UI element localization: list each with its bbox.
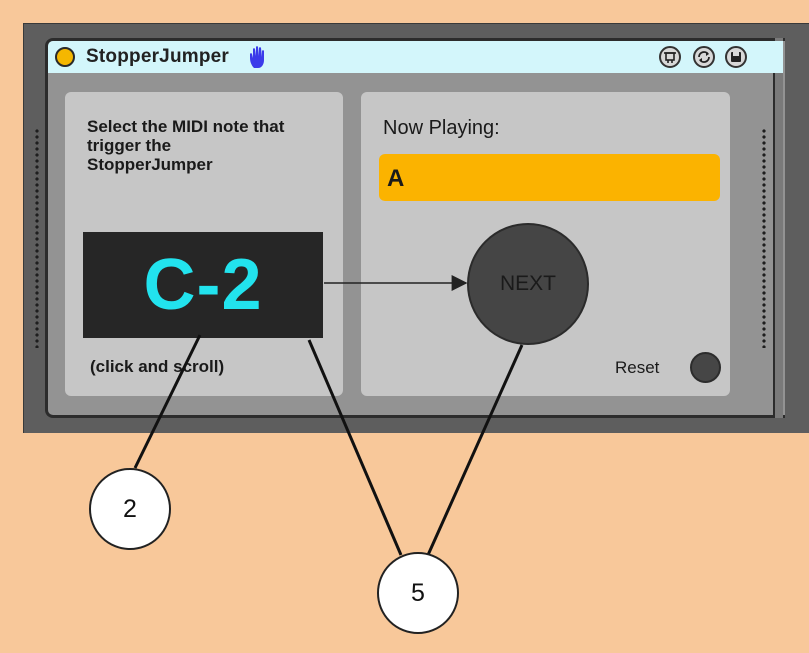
callout-5: 5: [377, 552, 459, 634]
instruction-text: Select the MIDI note that trigger the St…: [87, 117, 285, 174]
midi-note-value: C-2: [143, 245, 263, 325]
device-activator-toggle[interactable]: [55, 47, 75, 67]
reset-button[interactable]: [690, 352, 721, 383]
refresh-icon[interactable]: [693, 46, 715, 68]
reset-label: Reset: [615, 358, 660, 377]
now-playing-label: Now Playing:: [383, 117, 500, 139]
now-playing-value: A: [387, 165, 405, 192]
midi-note-selector[interactable]: C-2: [83, 232, 323, 338]
map-icon[interactable]: [659, 46, 681, 68]
device-title: StopperJumper: [86, 46, 230, 67]
hand-icon: [250, 46, 264, 68]
left-dot-handle[interactable]: [34, 128, 40, 348]
device-title-bar: StopperJumper: [48, 41, 783, 73]
next-button[interactable]: NEXT: [467, 223, 589, 345]
click-scroll-hint: (click and scroll): [90, 357, 225, 376]
now-playing-field: A: [379, 154, 720, 201]
next-label: NEXT: [499, 272, 556, 295]
right-strip: [773, 38, 783, 418]
callout-2: 2: [89, 468, 171, 550]
save-icon[interactable]: [725, 46, 747, 68]
right-dot-handle[interactable]: [761, 128, 767, 348]
